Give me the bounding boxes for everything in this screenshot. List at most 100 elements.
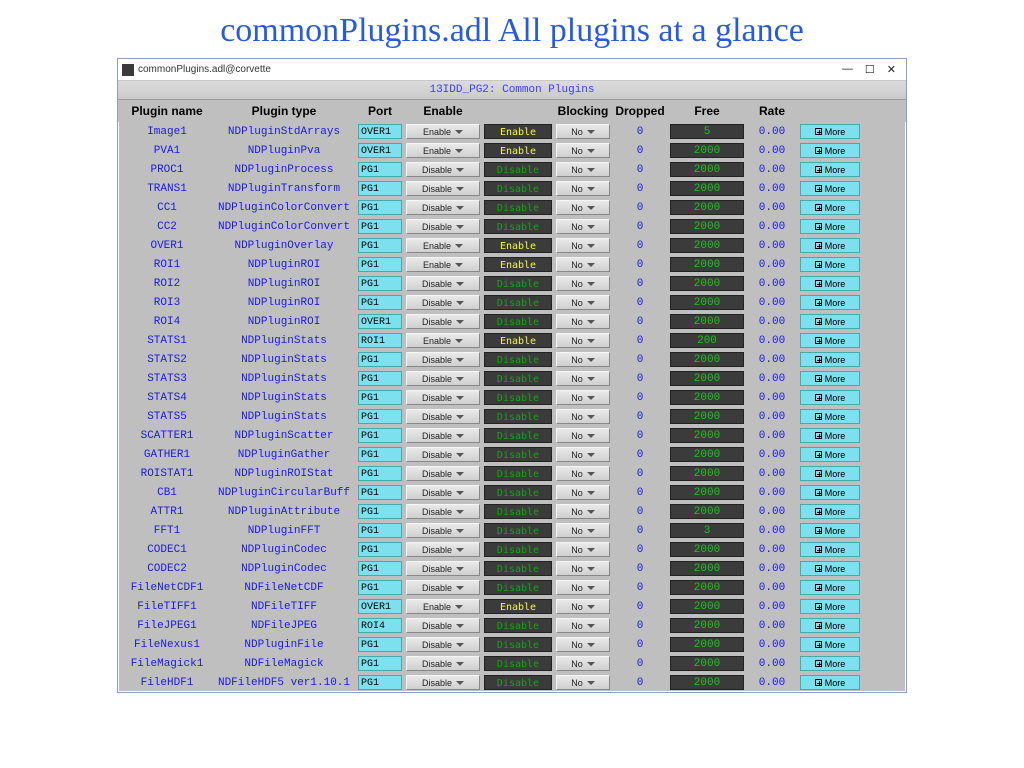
enable-select[interactable]: Disable <box>406 561 480 576</box>
more-button[interactable]: More <box>800 371 860 386</box>
enable-select[interactable]: Disable <box>406 637 480 652</box>
blocking-select[interactable]: No <box>556 561 610 576</box>
more-button[interactable]: More <box>800 428 860 443</box>
blocking-select[interactable]: No <box>556 333 610 348</box>
port-input[interactable]: PG1 <box>358 257 402 272</box>
enable-select[interactable]: Enable <box>406 143 480 158</box>
port-input[interactable]: PG1 <box>358 523 402 538</box>
port-input[interactable]: PG1 <box>358 390 402 405</box>
port-input[interactable]: PG1 <box>358 352 402 367</box>
more-button[interactable]: More <box>800 200 860 215</box>
port-input[interactable]: OVER1 <box>358 599 402 614</box>
enable-select[interactable]: Disable <box>406 276 480 291</box>
enable-select[interactable]: Disable <box>406 523 480 538</box>
blocking-select[interactable]: No <box>556 143 610 158</box>
port-input[interactable]: PG1 <box>358 200 402 215</box>
enable-select[interactable]: Enable <box>406 333 480 348</box>
port-input[interactable]: PG1 <box>358 238 402 253</box>
blocking-select[interactable]: No <box>556 675 610 690</box>
blocking-select[interactable]: No <box>556 618 610 633</box>
more-button[interactable]: More <box>800 504 860 519</box>
enable-select[interactable]: Enable <box>406 238 480 253</box>
blocking-select[interactable]: No <box>556 466 610 481</box>
enable-select[interactable]: Disable <box>406 466 480 481</box>
blocking-select[interactable]: No <box>556 257 610 272</box>
enable-select[interactable]: Disable <box>406 485 480 500</box>
port-input[interactable]: PG1 <box>358 466 402 481</box>
enable-select[interactable]: Disable <box>406 428 480 443</box>
titlebar[interactable]: commonPlugins.adl@corvette — ☐ ✕ <box>118 59 906 81</box>
blocking-select[interactable]: No <box>556 390 610 405</box>
blocking-select[interactable]: No <box>556 200 610 215</box>
more-button[interactable]: More <box>800 295 860 310</box>
more-button[interactable]: More <box>800 599 860 614</box>
more-button[interactable]: More <box>800 390 860 405</box>
port-input[interactable]: ROI1 <box>358 333 402 348</box>
blocking-select[interactable]: No <box>556 447 610 462</box>
more-button[interactable]: More <box>800 542 860 557</box>
port-input[interactable]: OVER1 <box>358 124 402 139</box>
blocking-select[interactable]: No <box>556 580 610 595</box>
enable-select[interactable]: Disable <box>406 409 480 424</box>
enable-select[interactable]: Disable <box>406 390 480 405</box>
enable-select[interactable]: Disable <box>406 371 480 386</box>
more-button[interactable]: More <box>800 485 860 500</box>
more-button[interactable]: More <box>800 219 860 234</box>
blocking-select[interactable]: No <box>556 599 610 614</box>
port-input[interactable]: PG1 <box>358 542 402 557</box>
maximize-button[interactable]: ☐ <box>865 63 875 76</box>
port-input[interactable]: PG1 <box>358 656 402 671</box>
more-button[interactable]: More <box>800 333 860 348</box>
blocking-select[interactable]: No <box>556 124 610 139</box>
more-button[interactable]: More <box>800 447 860 462</box>
port-input[interactable]: PG1 <box>358 276 402 291</box>
port-input[interactable]: PG1 <box>358 561 402 576</box>
port-input[interactable]: PG1 <box>358 485 402 500</box>
enable-select[interactable]: Disable <box>406 295 480 310</box>
blocking-select[interactable]: No <box>556 371 610 386</box>
more-button[interactable]: More <box>800 637 860 652</box>
port-input[interactable]: PG1 <box>358 580 402 595</box>
more-button[interactable]: More <box>800 409 860 424</box>
blocking-select[interactable]: No <box>556 276 610 291</box>
enable-select[interactable]: Disable <box>406 675 480 690</box>
blocking-select[interactable]: No <box>556 314 610 329</box>
port-input[interactable]: ROI4 <box>358 618 402 633</box>
enable-select[interactable]: Disable <box>406 656 480 671</box>
close-button[interactable]: ✕ <box>887 63 896 76</box>
enable-select[interactable]: Disable <box>406 504 480 519</box>
enable-select[interactable]: Disable <box>406 352 480 367</box>
enable-select[interactable]: Disable <box>406 447 480 462</box>
port-input[interactable]: PG1 <box>358 675 402 690</box>
blocking-select[interactable]: No <box>556 219 610 234</box>
more-button[interactable]: More <box>800 466 860 481</box>
more-button[interactable]: More <box>800 523 860 538</box>
more-button[interactable]: More <box>800 314 860 329</box>
more-button[interactable]: More <box>800 675 860 690</box>
port-input[interactable]: PG1 <box>358 371 402 386</box>
enable-select[interactable]: Enable <box>406 257 480 272</box>
more-button[interactable]: More <box>800 561 860 576</box>
more-button[interactable]: More <box>800 618 860 633</box>
blocking-select[interactable]: No <box>556 352 610 367</box>
more-button[interactable]: More <box>800 656 860 671</box>
blocking-select[interactable]: No <box>556 485 610 500</box>
enable-select[interactable]: Disable <box>406 542 480 557</box>
blocking-select[interactable]: No <box>556 162 610 177</box>
blocking-select[interactable]: No <box>556 523 610 538</box>
more-button[interactable]: More <box>800 181 860 196</box>
blocking-select[interactable]: No <box>556 504 610 519</box>
blocking-select[interactable]: No <box>556 656 610 671</box>
more-button[interactable]: More <box>800 162 860 177</box>
port-input[interactable]: PG1 <box>358 219 402 234</box>
port-input[interactable]: PG1 <box>358 504 402 519</box>
port-input[interactable]: PG1 <box>358 295 402 310</box>
enable-select[interactable]: Disable <box>406 618 480 633</box>
blocking-select[interactable]: No <box>556 542 610 557</box>
port-input[interactable]: PG1 <box>358 409 402 424</box>
enable-select[interactable]: Disable <box>406 162 480 177</box>
enable-select[interactable]: Enable <box>406 599 480 614</box>
blocking-select[interactable]: No <box>556 409 610 424</box>
enable-select[interactable]: Disable <box>406 181 480 196</box>
enable-select[interactable]: Disable <box>406 219 480 234</box>
